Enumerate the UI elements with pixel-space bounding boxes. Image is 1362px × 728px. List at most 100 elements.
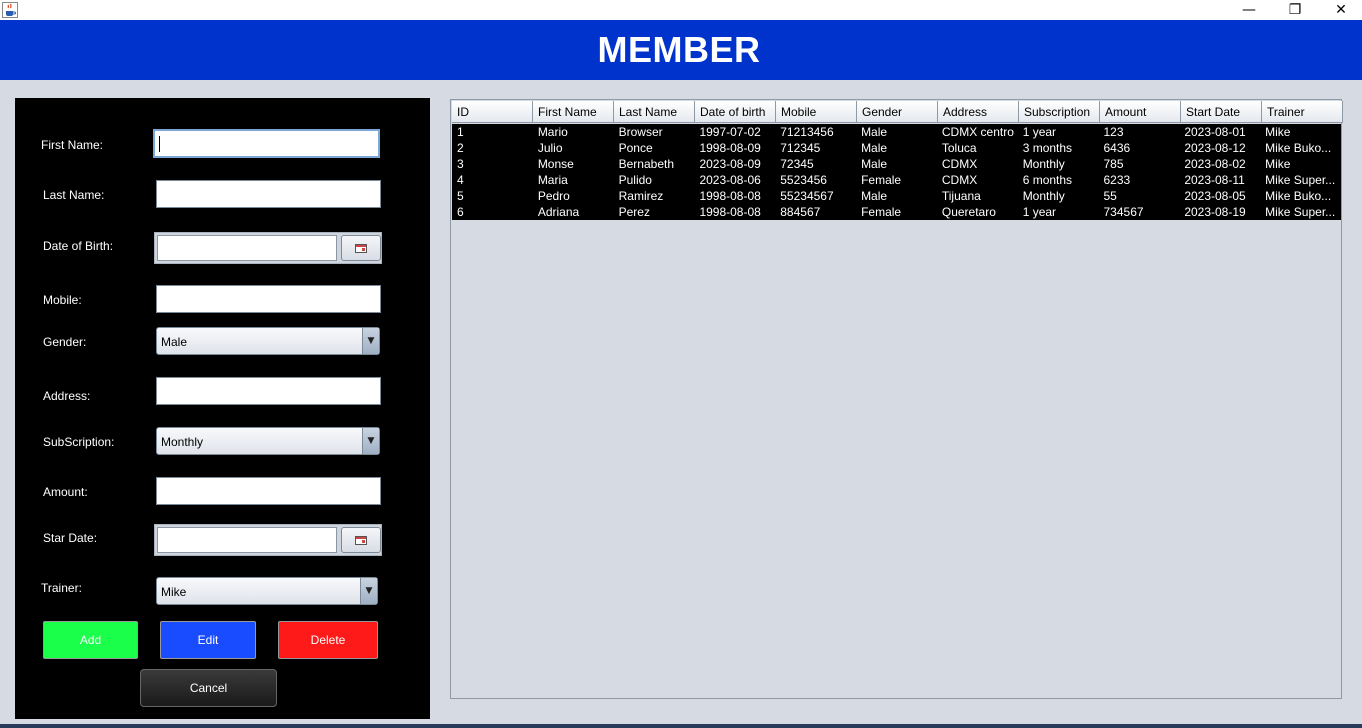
column-header[interactable]: Trainer <box>1262 101 1343 123</box>
table-cell[interactable]: 2023-08-02 <box>1179 156 1260 172</box>
table-cell[interactable]: 6 months <box>1018 172 1099 188</box>
first-name-field[interactable] <box>153 129 380 158</box>
table-cell[interactable]: 2023-08-06 <box>694 172 775 188</box>
table-cell[interactable]: Maria <box>533 172 614 188</box>
trainer-select[interactable]: Mike ▼ <box>156 577 378 605</box>
table-cell[interactable]: Ponce <box>614 140 695 156</box>
table-cell[interactable]: 1998-08-08 <box>694 188 775 204</box>
table-row[interactable]: 2 Julio Ponce 1998-08-09 712345 Male Toluca 3 m… <box>452 140 1341 156</box>
table-cell[interactable]: Female <box>856 172 937 188</box>
table-cell[interactable]: 785 <box>1099 156 1180 172</box>
column-header[interactable]: Gender <box>857 101 938 123</box>
cancel-button[interactable]: Cancel <box>140 669 277 707</box>
minimize-button[interactable]: — <box>1226 0 1272 20</box>
table-cell[interactable]: 1998-08-08 <box>694 204 775 220</box>
table-cell[interactable]: Mike Super... <box>1260 204 1341 220</box>
table-cell[interactable]: 6436 <box>1099 140 1180 156</box>
table-cell[interactable]: Male <box>856 124 937 140</box>
table-cell[interactable]: 734567 <box>1099 204 1180 220</box>
table-cell[interactable]: Monthly <box>1018 188 1099 204</box>
table-cell[interactable]: 123 <box>1099 124 1180 140</box>
column-header[interactable]: Date of birth <box>695 101 776 123</box>
table-cell[interactable]: 5523456 <box>775 172 856 188</box>
table-cell[interactable]: 1998-08-09 <box>694 140 775 156</box>
table-cell[interactable]: 3 months <box>1018 140 1099 156</box>
table-cell[interactable]: CDMX <box>937 156 1018 172</box>
table-cell[interactable]: Tijuana <box>937 188 1018 204</box>
table-cell[interactable]: CDMX centro <box>937 124 1018 140</box>
mobile-field[interactable] <box>156 285 381 313</box>
table-cell[interactable]: 2023-08-12 <box>1179 140 1260 156</box>
table-row[interactable]: 3 Monse Bernabeth 2023-08-09 72345 Male CDMX Mo… <box>452 156 1341 172</box>
table-cell[interactable]: Mike Buko... <box>1260 188 1341 204</box>
column-header[interactable]: ID <box>452 101 533 123</box>
table-row[interactable]: 1 Mario Browser 1997-07-02 71213456 Male CDMX … <box>452 124 1341 140</box>
column-header[interactable]: Address <box>938 101 1019 123</box>
table-cell[interactable]: Julio <box>533 140 614 156</box>
table-row[interactable]: 4 Maria Pulido 2023-08-06 5523456 Female CDMX 6… <box>452 172 1341 188</box>
address-field[interactable] <box>156 377 381 405</box>
table-cell[interactable]: 4 <box>452 172 533 188</box>
table-cell[interactable]: Mike Buko... <box>1260 140 1341 156</box>
column-header[interactable]: Subscription <box>1019 101 1100 123</box>
table-cell[interactable]: Browser <box>614 124 695 140</box>
table-cell[interactable]: CDMX <box>937 172 1018 188</box>
table-cell[interactable]: Mike Super... <box>1260 172 1341 188</box>
table-cell[interactable]: Male <box>856 188 937 204</box>
table-cell[interactable]: Male <box>856 140 937 156</box>
table-cell[interactable]: Adriana <box>533 204 614 220</box>
delete-button[interactable]: Delete <box>278 621 378 659</box>
add-button[interactable]: Add <box>43 621 138 659</box>
table-cell[interactable]: Monthly <box>1018 156 1099 172</box>
table-cell[interactable]: 5 <box>452 188 533 204</box>
table-cell[interactable]: Bernabeth <box>614 156 695 172</box>
table-cell[interactable]: 1 year <box>1018 124 1099 140</box>
table-cell[interactable]: Toluca <box>937 140 1018 156</box>
edit-button[interactable]: Edit <box>160 621 256 659</box>
table-cell[interactable]: 712345 <box>775 140 856 156</box>
table-row[interactable]: 6 Adriana Perez 1998-08-08 884567 Female Quere… <box>452 204 1341 220</box>
column-header[interactable]: First Name <box>533 101 614 123</box>
last-name-field[interactable] <box>156 180 381 208</box>
table-cell[interactable]: 884567 <box>775 204 856 220</box>
column-header[interactable]: Last Name <box>614 101 695 123</box>
table-cell[interactable]: Monse <box>533 156 614 172</box>
table-cell[interactable]: 1 <box>452 124 533 140</box>
table-cell[interactable]: 55 <box>1099 188 1180 204</box>
column-header[interactable]: Amount <box>1100 101 1181 123</box>
column-header[interactable]: Mobile <box>776 101 857 123</box>
table-cell[interactable]: Female <box>856 204 937 220</box>
table-cell[interactable]: 71213456 <box>775 124 856 140</box>
table-row[interactable]: 5 Pedro Ramirez 1998-08-08 55234567 Male Tijua… <box>452 188 1341 204</box>
table-cell[interactable]: 3 <box>452 156 533 172</box>
start-date-field[interactable] <box>157 527 337 553</box>
table-cell[interactable]: Ramirez <box>614 188 695 204</box>
table-cell[interactable]: 2023-08-09 <box>694 156 775 172</box>
table-cell[interactable]: Mario <box>533 124 614 140</box>
table-cell[interactable]: Perez <box>614 204 695 220</box>
table-cell[interactable]: Male <box>856 156 937 172</box>
start-date-calendar-button[interactable] <box>341 527 381 553</box>
date-of-birth-calendar-button[interactable] <box>341 235 381 261</box>
table-cell[interactable]: 1 year <box>1018 204 1099 220</box>
table-cell[interactable]: 6233 <box>1099 172 1180 188</box>
table-cell[interactable]: 6 <box>452 204 533 220</box>
subscription-select[interactable]: Monthly ▼ <box>156 427 380 455</box>
date-of-birth-field[interactable] <box>157 235 337 261</box>
table-cell[interactable]: 72345 <box>775 156 856 172</box>
table-cell[interactable]: 1997-07-02 <box>694 124 775 140</box>
table-cell[interactable]: 2 <box>452 140 533 156</box>
amount-field[interactable] <box>156 477 381 505</box>
table-cell[interactable]: 2023-08-01 <box>1179 124 1260 140</box>
table-cell[interactable]: Pedro <box>533 188 614 204</box>
column-header[interactable]: Start Date <box>1181 101 1262 123</box>
table-cell[interactable]: Mike <box>1260 124 1341 140</box>
table-cell[interactable]: 2023-08-19 <box>1179 204 1260 220</box>
table-cell[interactable]: 2023-08-11 <box>1179 172 1260 188</box>
close-button[interactable]: ✕ <box>1318 0 1362 20</box>
table-cell[interactable]: Pulido <box>614 172 695 188</box>
table-cell[interactable]: Mike <box>1260 156 1341 172</box>
maximize-button[interactable]: ❐ <box>1272 0 1318 20</box>
table-cell[interactable]: 2023-08-05 <box>1179 188 1260 204</box>
table-cell[interactable]: 55234567 <box>775 188 856 204</box>
